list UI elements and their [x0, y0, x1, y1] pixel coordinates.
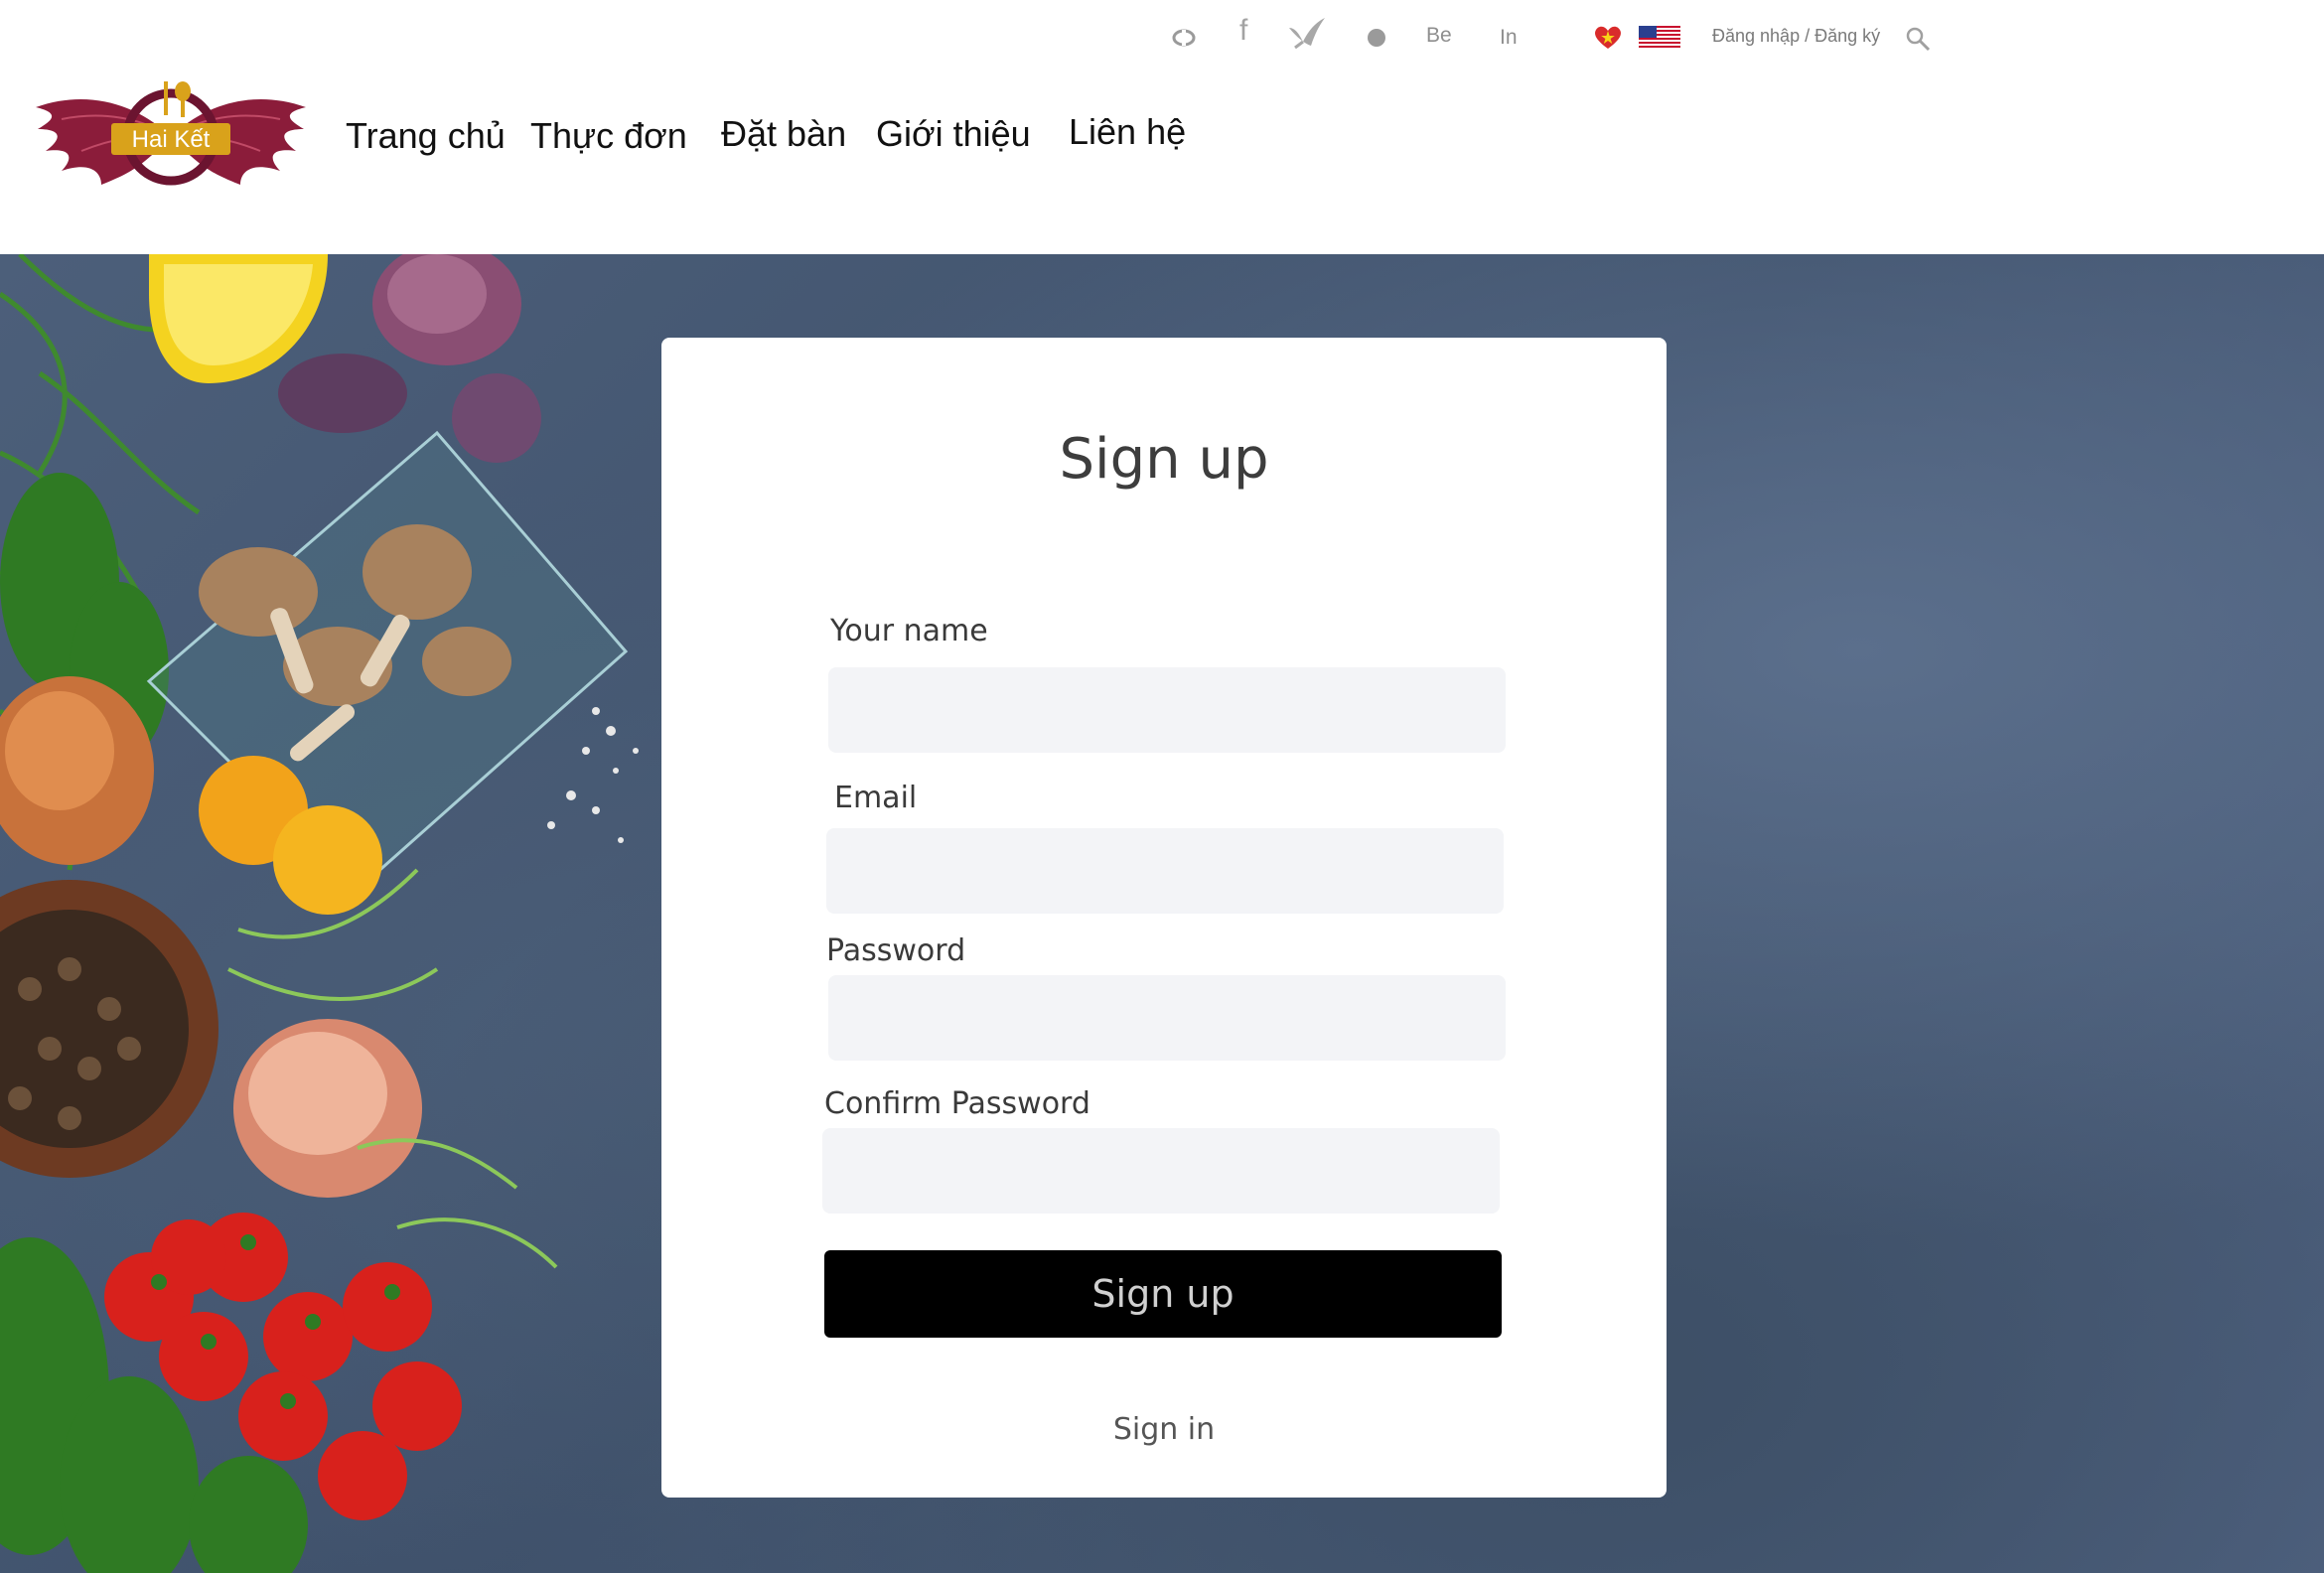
signin-link[interactable]: Sign in: [661, 1412, 1667, 1447]
nav-item-contact[interactable]: Liên hệ: [1069, 111, 1186, 153]
nav-item-booking[interactable]: Đặt bàn: [721, 113, 846, 155]
vegetables-illustration: [0, 254, 639, 1573]
nav-item-home[interactable]: Trang chủ: [346, 115, 506, 157]
nav-item-menu[interactable]: Thực đơn: [530, 115, 687, 157]
us-flag-icon[interactable]: [1639, 26, 1680, 48]
site-header: f Be In Đăng nhập / Đăng ký Hai Kết Tran…: [0, 0, 2324, 254]
signup-button[interactable]: Sign up: [824, 1250, 1502, 1338]
linkedin-icon[interactable]: In: [1500, 26, 1518, 50]
bird-icon[interactable]: [1285, 14, 1329, 50]
name-input[interactable]: [828, 667, 1506, 753]
facebook-icon[interactable]: f: [1239, 14, 1247, 48]
password-label: Password: [826, 933, 966, 968]
confirm-password-input[interactable]: [822, 1128, 1500, 1214]
confirm-password-label: Confirm Password: [824, 1086, 1090, 1121]
email-label: Email: [834, 781, 918, 815]
name-label: Your name: [830, 614, 988, 648]
circle-icon[interactable]: [1367, 28, 1386, 48]
search-icon[interactable]: [1905, 26, 1931, 52]
login-register-link[interactable]: Đăng nhập / Đăng ký: [1712, 26, 1880, 47]
logo-text: Hai Kết: [132, 126, 211, 153]
vietnam-flag-icon[interactable]: [1593, 24, 1623, 50]
email-input[interactable]: [826, 828, 1504, 914]
signup-card: Sign up Your name Email Password Confirm…: [661, 338, 1667, 1498]
restaurant-logo[interactable]: Hai Kết: [32, 77, 310, 197]
password-input[interactable]: [828, 975, 1506, 1061]
behance-icon[interactable]: Be: [1426, 24, 1452, 48]
page-title: Sign up: [1059, 427, 1269, 492]
dribbble-icon[interactable]: [1172, 28, 1196, 48]
nav-item-about[interactable]: Giới thiệu: [876, 113, 1031, 155]
